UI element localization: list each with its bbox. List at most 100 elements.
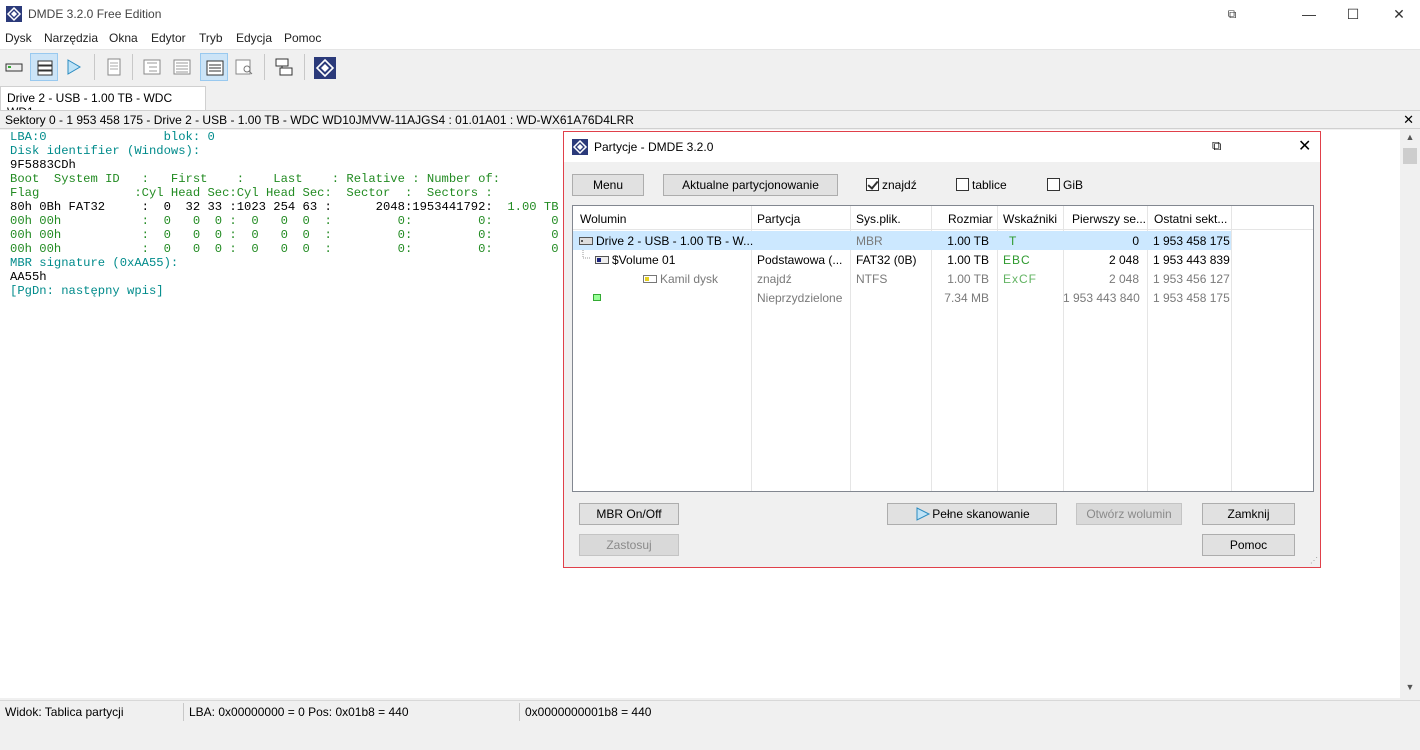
- menu-okna[interactable]: Okna: [109, 31, 138, 45]
- column-header-volume[interactable]: Wolumin: [580, 212, 626, 226]
- partition-entry-1-size: 1.00 TB: [492, 200, 559, 214]
- hard-drive-icon: [579, 237, 593, 245]
- dialog-close-button[interactable]: ✕: [1298, 136, 1311, 156]
- row-partition: Nieprzydzielone: [757, 291, 843, 305]
- row-last-sector: 1 953 443 839: [1153, 253, 1230, 267]
- row-size: 1.00 TB: [947, 272, 989, 286]
- table-row[interactable]: Kamil dysk znajdź NTFS 1.00 TB ExCF 2 04…: [573, 269, 1231, 288]
- row-flags: EBC: [1003, 253, 1031, 267]
- table-header-2: Flag :Cyl Head Sec:Cyl Head Sec: Sector …: [10, 186, 493, 200]
- row-filesystem: MBR: [856, 234, 883, 248]
- next-entry-link[interactable]: [PgDn: następny wpis]: [10, 284, 164, 298]
- status-separator: [519, 703, 520, 721]
- sector-info-text: Sektory 0 - 1 953 458 175 - Drive 2 - US…: [5, 113, 634, 127]
- checkbox-tables-box[interactable]: [956, 178, 969, 191]
- play-scan-icon[interactable]: [60, 53, 88, 81]
- menu-dysk[interactable]: Dysk: [5, 31, 32, 45]
- column-header-flags[interactable]: Wskaźniki: [1003, 212, 1057, 226]
- list-view-icon[interactable]: [168, 53, 196, 81]
- dialog-title-bar: Partycje - DMDE 3.2.0 ⧉ ✕: [564, 132, 1320, 162]
- mbr-toggle-button[interactable]: MBR On/Off: [579, 503, 679, 525]
- vertical-scrollbar[interactable]: ▲ ▼: [1400, 130, 1420, 698]
- minimize-button[interactable]: —: [1286, 0, 1332, 28]
- mbr-signature-value: AA55h: [10, 270, 47, 284]
- row-size: 1.00 TB: [947, 234, 989, 248]
- partition-entry-4: 00h 00h : 0 0 0 : 0 0 0 : 0: 0: 0: [10, 242, 559, 256]
- tab-drive-2[interactable]: Drive 2 - USB - 1.00 TB - WDC WD1...: [0, 86, 206, 119]
- restore-icon[interactable]: ⧉: [1209, 0, 1255, 28]
- checkbox-find-label: znajdź: [882, 178, 917, 192]
- column-header-partition[interactable]: Partycja: [757, 212, 800, 226]
- status-bar: Widok: Tablica partycji LBA: 0x00000000 …: [0, 700, 1420, 722]
- resize-grip-icon[interactable]: ⋰: [1310, 556, 1318, 565]
- row-first-sector: 2 048: [1108, 253, 1139, 267]
- table-view-icon[interactable]: [200, 53, 228, 81]
- unallocated-icon: [593, 294, 601, 301]
- row-flags: T: [1009, 234, 1017, 248]
- close-button[interactable]: Zamknij: [1202, 503, 1295, 525]
- dmde-app-icon: [6, 6, 22, 22]
- row-last-sector: 1 953 458 175: [1153, 291, 1230, 305]
- checkbox-gib[interactable]: GiB: [1047, 178, 1083, 192]
- find-icon[interactable]: [230, 53, 258, 81]
- column-header-filesystem[interactable]: Sys.plik.: [856, 212, 901, 226]
- column-header-last-sector[interactable]: Ostatni sekt...: [1154, 212, 1227, 226]
- row-first-sector: 2 048: [1108, 272, 1139, 286]
- status-lba: LBA: 0x00000000 = 0 Pos: 0x01b8 = 440: [189, 705, 409, 719]
- toolbar-separator: [304, 54, 305, 80]
- menu-edycja[interactable]: Edycja: [236, 31, 272, 45]
- menu-tryb[interactable]: Tryb: [199, 31, 223, 45]
- row-partition: znajdź: [757, 272, 792, 286]
- disk-icon[interactable]: [0, 53, 28, 81]
- full-scan-button[interactable]: Pełne skanowanie: [887, 503, 1057, 525]
- new-document-icon[interactable]: [100, 53, 128, 81]
- checkbox-tables[interactable]: tablice: [956, 178, 1007, 192]
- apply-button[interactable]: Zastosuj: [579, 534, 679, 556]
- partitions-table[interactable]: Wolumin Partycja Sys.plik. Rozmiar Wskaź…: [572, 205, 1314, 492]
- table-row[interactable]: Drive 2 - USB - 1.00 TB - W... MBR 1.00 …: [573, 231, 1231, 250]
- tree-view-icon[interactable]: [138, 53, 166, 81]
- menu-pomoc[interactable]: Pomoc: [284, 31, 321, 45]
- toolbar-separator: [132, 54, 133, 80]
- lba-label: LBA:0: [10, 130, 47, 144]
- checkbox-find[interactable]: znajdź: [866, 178, 917, 192]
- menu-bar: Dysk Narzędzia Okna Edytor Tryb Edycja P…: [0, 28, 1420, 50]
- tree-line-icon: [582, 250, 591, 259]
- checkbox-gib-box[interactable]: [1047, 178, 1060, 191]
- volume-folder-icon: [643, 275, 657, 283]
- column-header-first-sector[interactable]: Pierwszy se...: [1072, 212, 1146, 226]
- help-button[interactable]: Pomoc: [1202, 534, 1295, 556]
- toolbar-separator: [264, 54, 265, 80]
- disk-identifier-label: Disk identifier (Windows):: [10, 144, 201, 158]
- restore-icon[interactable]: ⧉: [1212, 138, 1221, 154]
- close-window-button[interactable]: ✕: [1376, 0, 1420, 28]
- partition-icon: [595, 256, 609, 264]
- menu-narzedzia[interactable]: Narzędzia: [44, 31, 98, 45]
- checkbox-find-box[interactable]: [866, 178, 879, 191]
- copy-sectors-icon[interactable]: [270, 53, 298, 81]
- window-title: DMDE 3.2.0 Free Edition: [28, 7, 162, 21]
- maximize-button[interactable]: ☐: [1330, 0, 1376, 28]
- partition-entry-1: 80h 0Bh FAT32 : 0 32 33 :1023 254 63 : 2…: [10, 200, 493, 214]
- checkbox-gib-label: GiB: [1063, 178, 1084, 192]
- table-row[interactable]: $Volume 01 Podstawowa (... FAT32 (0B) 1.…: [573, 250, 1231, 269]
- scroll-up-icon[interactable]: ▲: [1400, 132, 1420, 148]
- table-header: Wolumin Partycja Sys.plik. Rozmiar Wskaź…: [573, 206, 1313, 230]
- partitions-icon[interactable]: [30, 53, 58, 81]
- close-icon[interactable]: ✕: [1403, 112, 1414, 128]
- scroll-thumb[interactable]: [1403, 148, 1417, 164]
- menu-button[interactable]: Menu: [572, 174, 644, 196]
- row-flags: ExCF: [1003, 272, 1037, 286]
- open-volume-button[interactable]: Otwórz wolumin: [1076, 503, 1182, 525]
- status-offset: 0x0000000001b8 = 440: [525, 705, 652, 719]
- partition-table-text: LBA:0 blok: 0 Disk identifier (Windows):…: [10, 130, 559, 298]
- status-view: Widok: Tablica partycji: [5, 705, 124, 719]
- scroll-down-icon[interactable]: ▼: [1400, 682, 1420, 698]
- current-partitioning-button[interactable]: Aktualne partycjonowanie: [663, 174, 838, 196]
- menu-edytor[interactable]: Edytor: [151, 31, 186, 45]
- dmde-logo-icon[interactable]: [310, 53, 338, 81]
- table-row[interactable]: Nieprzydzielone 7.34 MB 1 953 443 840 1 …: [573, 288, 1231, 307]
- row-last-sector: 1 953 456 127: [1153, 272, 1230, 286]
- sector-info-bar: Sektory 0 - 1 953 458 175 - Drive 2 - US…: [0, 110, 1420, 129]
- column-header-size[interactable]: Rozmiar: [948, 212, 993, 226]
